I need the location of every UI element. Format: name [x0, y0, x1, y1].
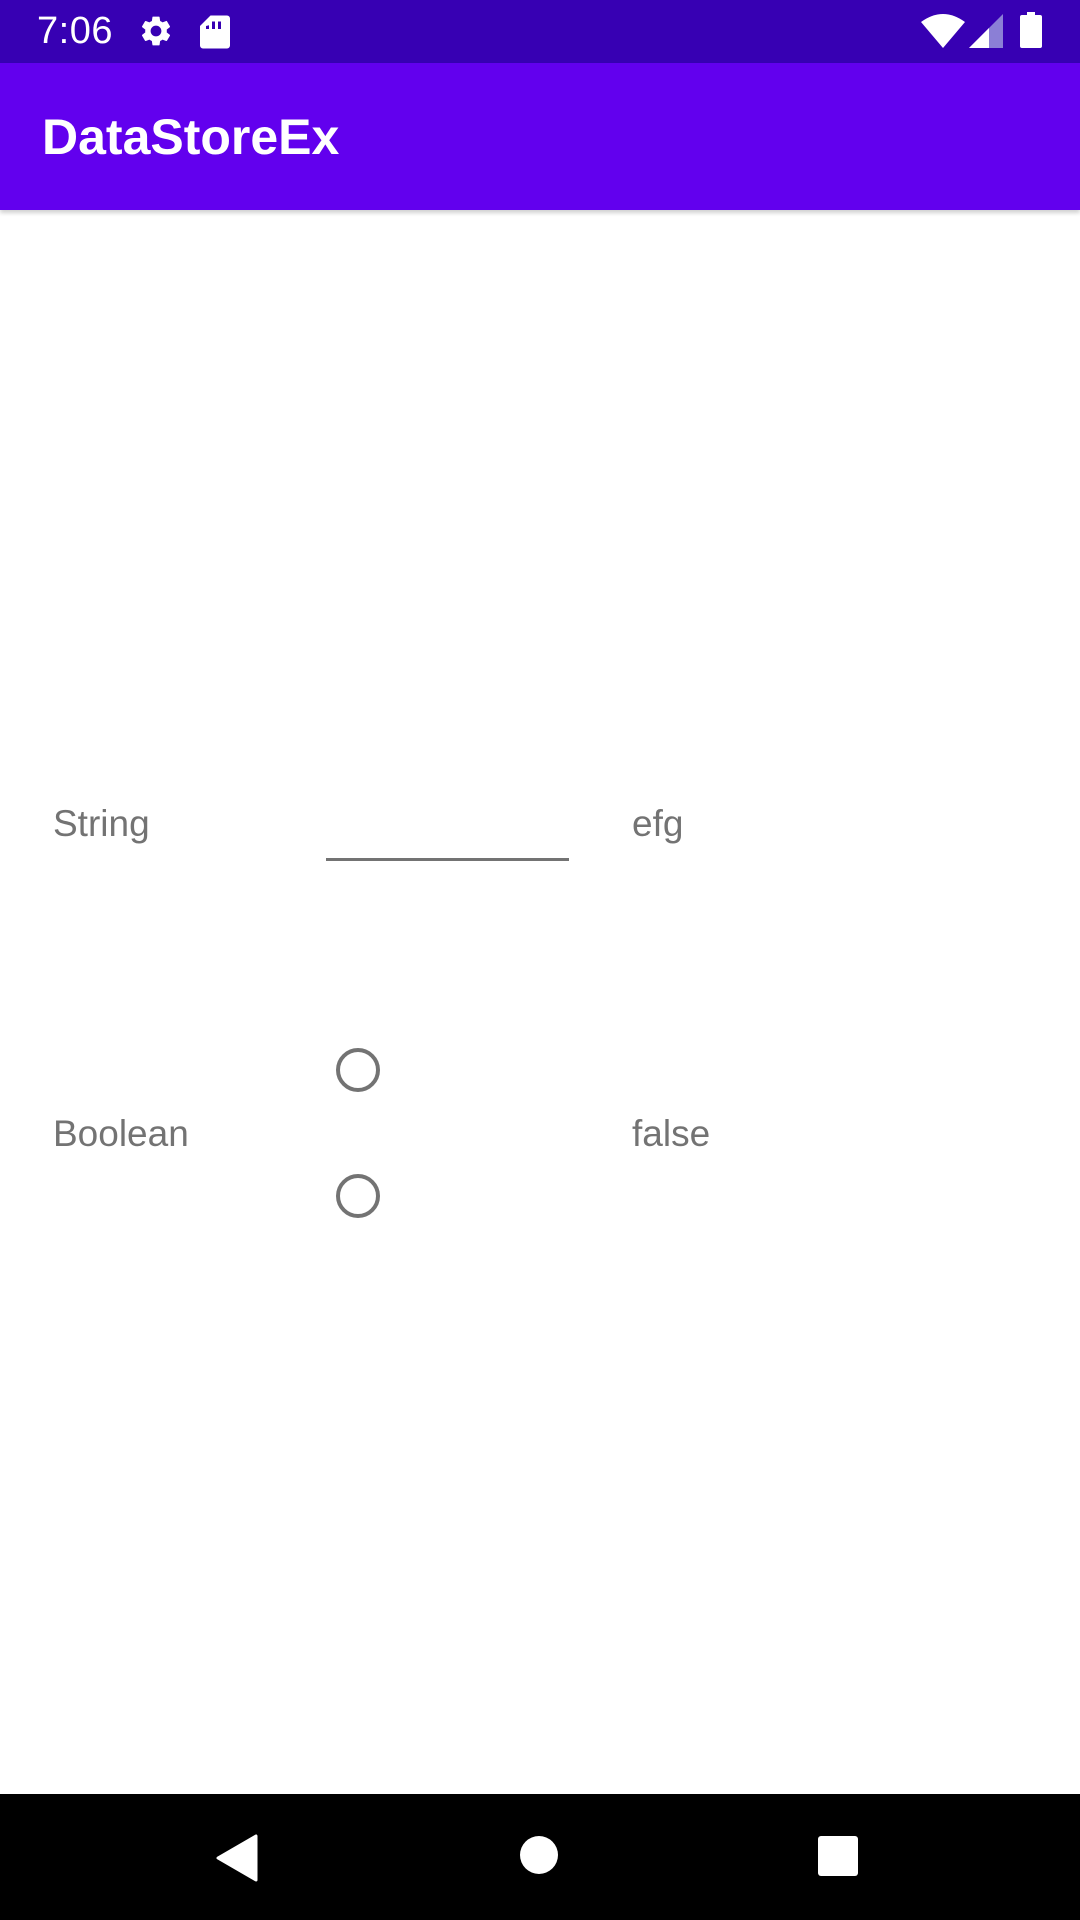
- back-icon[interactable]: [216, 1834, 258, 1882]
- boolean-radio-true[interactable]: [336, 1048, 380, 1092]
- app-bar: DataStoreEx: [0, 63, 1080, 210]
- string-label: String: [53, 803, 150, 844]
- status-bar: 7:06: [0, 0, 1080, 63]
- recents-icon[interactable]: [818, 1836, 858, 1876]
- boolean-label: Boolean: [53, 1113, 189, 1154]
- string-stored-value: efg: [632, 803, 684, 844]
- sd-card-icon: [200, 15, 230, 49]
- gear-icon: [141, 16, 171, 46]
- app-title: DataStoreEx: [42, 109, 340, 165]
- battery-icon: [1020, 12, 1042, 48]
- navigation-bar: [0, 1794, 1080, 1920]
- cellular-signal-icon: [969, 14, 1003, 48]
- status-time: 7:06: [37, 10, 113, 52]
- wifi-icon: [921, 14, 965, 48]
- home-icon[interactable]: [520, 1836, 558, 1874]
- boolean-stored-value: false: [632, 1113, 711, 1154]
- string-input[interactable]: [326, 790, 569, 861]
- boolean-radio-false[interactable]: [336, 1174, 380, 1218]
